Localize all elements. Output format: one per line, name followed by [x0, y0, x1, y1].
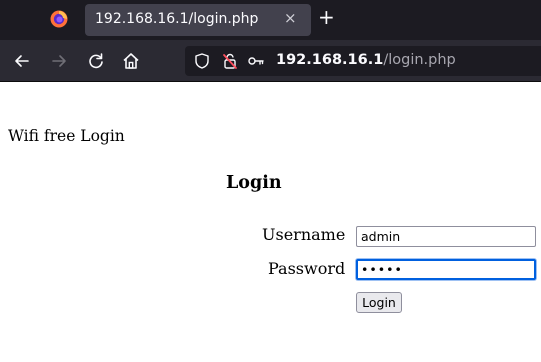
new-tab-icon[interactable]: + [318, 7, 335, 27]
forward-arrow-icon[interactable] [48, 50, 70, 72]
home-icon[interactable] [120, 50, 142, 72]
back-arrow-icon[interactable] [11, 50, 33, 72]
url-text[interactable]: 192.168.16.1/login.php [276, 52, 456, 68]
tab-strip: 192.168.16.1/login.php × + [0, 0, 541, 40]
url-host: 192.168.16.1 [276, 52, 384, 68]
url-bar[interactable]: 192.168.16.1/login.php [185, 46, 541, 76]
firefox-logo-icon[interactable] [50, 10, 68, 28]
key-icon[interactable] [247, 52, 265, 70]
login-button[interactable]: Login [356, 292, 402, 313]
url-path: /login.php [383, 52, 456, 68]
close-tab-icon[interactable]: × [284, 9, 297, 27]
site-title: Wifi free Login [8, 127, 125, 145]
password-input[interactable]: ••••• [356, 259, 536, 280]
password-label: Password [268, 259, 346, 278]
active-tab[interactable]: 192.168.16.1/login.php × [85, 4, 311, 36]
tab-title: 192.168.16.1/login.php [95, 11, 259, 27]
navigation-toolbar: 192.168.16.1/login.php [0, 40, 541, 82]
shield-icon[interactable] [193, 52, 211, 70]
username-input[interactable]: admin [356, 226, 536, 247]
username-label: Username [262, 225, 346, 244]
login-heading: Login [226, 173, 282, 193]
insecure-lock-icon[interactable] [221, 52, 239, 70]
reload-icon[interactable] [85, 50, 107, 72]
